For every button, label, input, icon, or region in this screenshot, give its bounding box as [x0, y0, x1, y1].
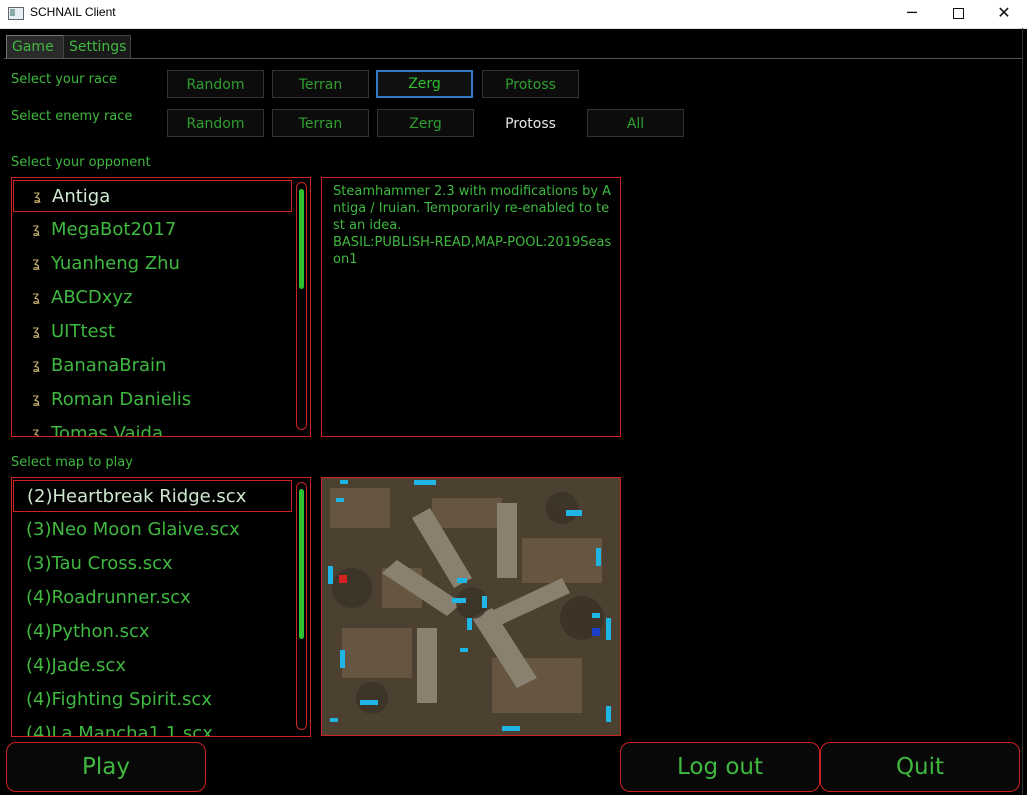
opponent-list[interactable]: ʓ Antiga ʓ MegaBot2017 ʓ Yuanheng Zhu ʓ ABCD…	[11, 177, 311, 437]
tab-settings[interactable]: Settings	[63, 35, 131, 59]
opponent-item[interactable]: ʓ Tomas Vajda	[13, 418, 164, 437]
minimize-button[interactable]: ─	[889, 0, 935, 28]
map-item[interactable]: (4)Fighting Spirit.scx	[13, 684, 212, 716]
opponent-name: MegaBot2017	[51, 219, 177, 240]
tab-divider	[4, 58, 1023, 59]
map-item[interactable]: (4)Jade.scx	[13, 650, 126, 682]
race-icon: ʓ	[32, 358, 40, 373]
race-icon: ʓ	[33, 189, 41, 204]
map-item[interactable]: (2)Heartbreak Ridge.scx	[13, 480, 292, 512]
race-icon: ʓ	[32, 392, 40, 407]
opponent-item[interactable]: ʓ Roman Danielis	[13, 384, 191, 416]
map-label: Select map to play	[11, 455, 133, 470]
race-icon: ʓ	[32, 256, 40, 271]
race-label: Select your race	[11, 72, 118, 87]
enemy-race-all-button[interactable]: All	[587, 109, 684, 137]
map-preview	[321, 477, 621, 736]
opponent-name: BananaBrain	[51, 355, 167, 376]
race-zerg-button[interactable]: Zerg	[376, 70, 473, 98]
maximize-icon	[952, 8, 964, 19]
opponent-item[interactable]: ʓ MegaBot2017	[13, 214, 176, 246]
map-item[interactable]: (4)Roadrunner.scx	[13, 582, 191, 614]
enemy-race-zerg-button[interactable]: Zerg	[377, 109, 474, 137]
map-item[interactable]: (4)Python.scx	[13, 616, 150, 648]
logout-button[interactable]: Log out	[620, 742, 820, 792]
opponent-description-panel: Steamhammer 2.3 with modifications by An…	[321, 177, 621, 437]
enemy-race-random-button[interactable]: Random	[167, 109, 264, 137]
opponent-name: Tomas Vajda	[51, 423, 164, 437]
opponent-name: Antiga	[52, 186, 111, 207]
opponent-name: Roman Danielis	[51, 389, 192, 410]
maximize-button[interactable]	[935, 0, 981, 28]
opponent-scrollbar[interactable]	[296, 182, 307, 430]
opponent-item[interactable]: ʓ ABCDxyz	[13, 282, 133, 314]
map-list[interactable]: (2)Heartbreak Ridge.scx (3)Neo Moon Glai…	[11, 477, 311, 737]
tab-game[interactable]: Game	[6, 35, 66, 59]
opponent-name: Yuanheng Zhu	[51, 253, 180, 274]
opponent-scroll-thumb[interactable]	[299, 189, 304, 289]
map-item[interactable]: (3)Tau Cross.scx	[13, 548, 173, 580]
quit-button[interactable]: Quit	[820, 742, 1020, 792]
window-edge	[1022, 28, 1023, 795]
race-icon: ʓ	[32, 290, 40, 305]
map-preview-image	[322, 478, 620, 735]
enemy-race-label: Select enemy race	[11, 109, 133, 124]
opponent-item[interactable]: ʓ Antiga	[13, 180, 292, 212]
opponent-label: Select your opponent	[11, 155, 151, 170]
opponent-description: Steamhammer 2.3 with modifications by An…	[333, 184, 612, 267]
opponent-name: UITtest	[51, 321, 116, 342]
opponent-item[interactable]: ʓ UITtest	[13, 316, 115, 348]
window-title: SCHNAIL Client	[30, 5, 116, 19]
race-random-button[interactable]: Random	[167, 70, 264, 98]
race-terran-button[interactable]: Terran	[272, 70, 369, 98]
title-bar: SCHNAIL Client ─ ✕	[0, 0, 1027, 29]
map-item[interactable]: (3)Neo Moon Glaive.scx	[13, 514, 240, 546]
map-scroll-thumb[interactable]	[299, 489, 304, 639]
race-icon: ʓ	[32, 426, 40, 437]
race-protoss-button[interactable]: Protoss	[482, 70, 579, 98]
opponent-item[interactable]: ʓ BananaBrain	[13, 350, 166, 382]
opponent-name: ABCDxyz	[51, 287, 133, 308]
play-button[interactable]: Play	[6, 742, 206, 792]
enemy-race-protoss-button[interactable]: Protoss	[482, 109, 579, 137]
enemy-race-terran-button[interactable]: Terran	[272, 109, 369, 137]
race-icon: ʓ	[32, 222, 40, 237]
map-item[interactable]: (4)La Mancha1.1.scx	[13, 718, 213, 736]
race-icon: ʓ	[32, 324, 40, 339]
opponent-item[interactable]: ʓ Yuanheng Zhu	[13, 248, 180, 280]
app-icon	[8, 7, 24, 20]
map-scrollbar[interactable]	[296, 482, 307, 730]
close-button[interactable]: ✕	[981, 0, 1027, 28]
